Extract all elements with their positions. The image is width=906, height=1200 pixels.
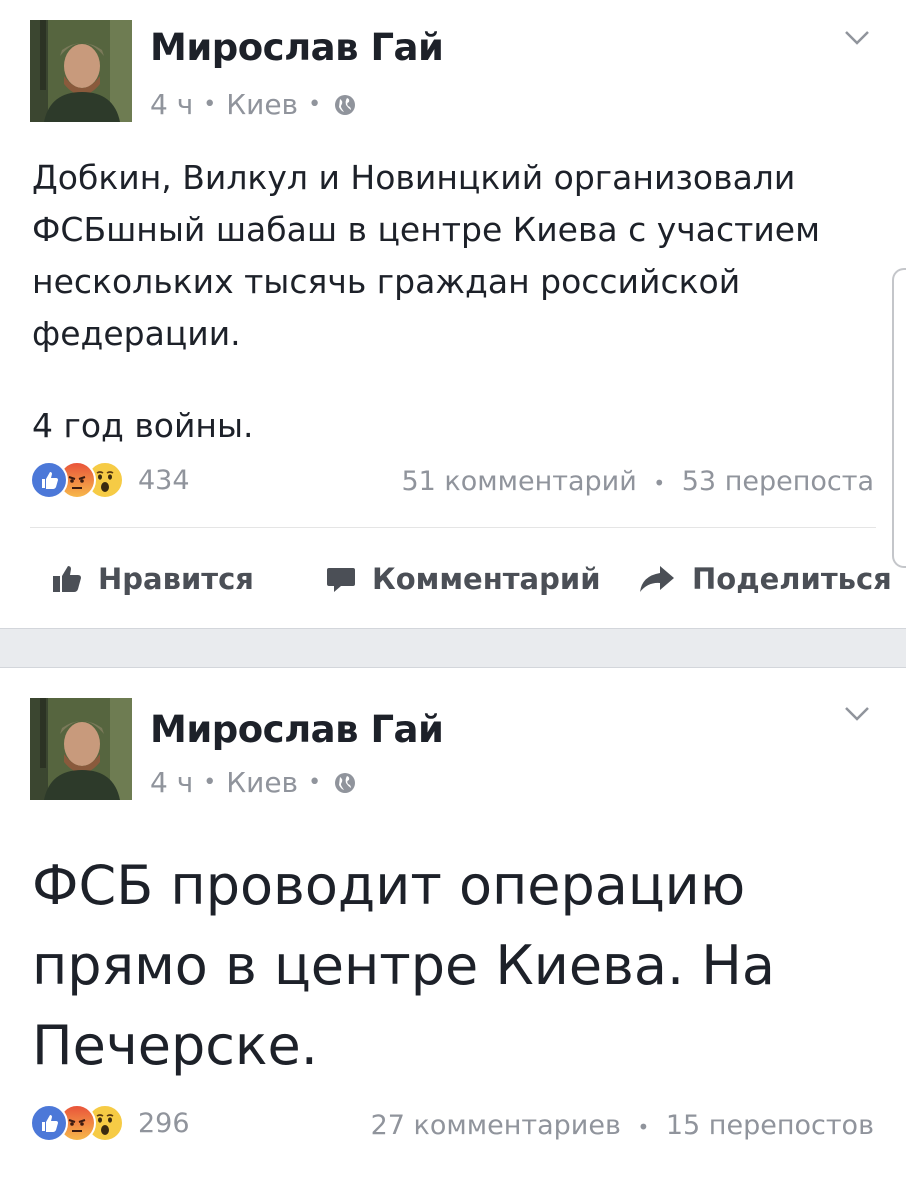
separator: • — [203, 92, 217, 117]
comment-icon — [327, 568, 355, 592]
share-arrow-icon — [640, 566, 674, 592]
separator: • — [308, 770, 322, 795]
reactions-summary[interactable]: 434 — [30, 461, 190, 499]
reaction-count: 296 — [138, 1107, 190, 1139]
share-button-label: Поделиться — [692, 562, 892, 596]
reaction-count: 434 — [138, 464, 190, 496]
author-name[interactable]: Мирослав Гай — [150, 26, 444, 69]
share-count[interactable]: 53 перепоста — [682, 466, 874, 497]
like-reaction-icon — [30, 1104, 68, 1142]
divider — [30, 527, 876, 528]
like-button[interactable]: Нравится — [52, 552, 254, 606]
post-time[interactable]: 4 ч — [150, 766, 193, 799]
separator: • — [637, 1115, 650, 1139]
post-text-extra: 4 год войны. — [32, 406, 254, 445]
post-time[interactable]: 4 ч — [150, 88, 193, 121]
globe-icon[interactable] — [333, 93, 357, 117]
engagement-counts: 27 комментариев • 15 перепостов — [371, 1110, 874, 1141]
post-meta: 4 ч • Киев • — [150, 88, 357, 121]
globe-icon[interactable] — [333, 771, 357, 795]
comment-count[interactable]: 51 комментарий — [401, 466, 636, 497]
reactions-summary[interactable]: 296 — [30, 1104, 190, 1142]
thumbs-up-icon — [53, 566, 81, 592]
post: Мирослав Гай 4 ч • Киев • ФСБ проводит о… — [0, 668, 906, 1200]
like-reaction-icon — [30, 461, 68, 499]
post-location[interactable]: Киев — [226, 766, 298, 799]
avatar[interactable] — [30, 20, 132, 122]
post-meta: 4 ч • Киев • — [150, 766, 357, 799]
news-feed: Мирослав Гай 4 ч • Киев • Добкин, Вилкул… — [0, 0, 906, 1200]
post-location[interactable]: Киев — [226, 88, 298, 121]
chevron-down-icon[interactable] — [844, 30, 870, 46]
scrollbar[interactable] — [892, 268, 906, 568]
comment-count[interactable]: 27 комментариев — [371, 1110, 621, 1141]
comment-button-label: Комментарий — [372, 562, 601, 596]
separator: • — [653, 471, 666, 495]
action-bar: Нравится Комментарий Поделиться — [0, 552, 906, 606]
post-text: ФСБ проводит операцию прямо в центре Кие… — [32, 854, 776, 1077]
feed-separator — [0, 628, 906, 668]
separator: • — [308, 92, 322, 117]
avatar[interactable] — [30, 698, 132, 800]
chevron-down-icon[interactable] — [844, 706, 870, 722]
share-count[interactable]: 15 перепостов — [666, 1110, 874, 1141]
author-name[interactable]: Мирослав Гай — [150, 708, 444, 751]
share-button[interactable]: Поделиться — [638, 552, 892, 606]
post-text: Добкин, Вилкул и Новинцкий организовали … — [32, 158, 821, 353]
engagement-counts: 51 комментарий • 53 перепоста — [401, 466, 874, 497]
separator: • — [203, 770, 217, 795]
comment-button[interactable]: Комментарий — [326, 552, 601, 606]
post: Мирослав Гай 4 ч • Киев • Добкин, Вилкул… — [0, 0, 906, 628]
like-button-label: Нравится — [98, 562, 254, 596]
